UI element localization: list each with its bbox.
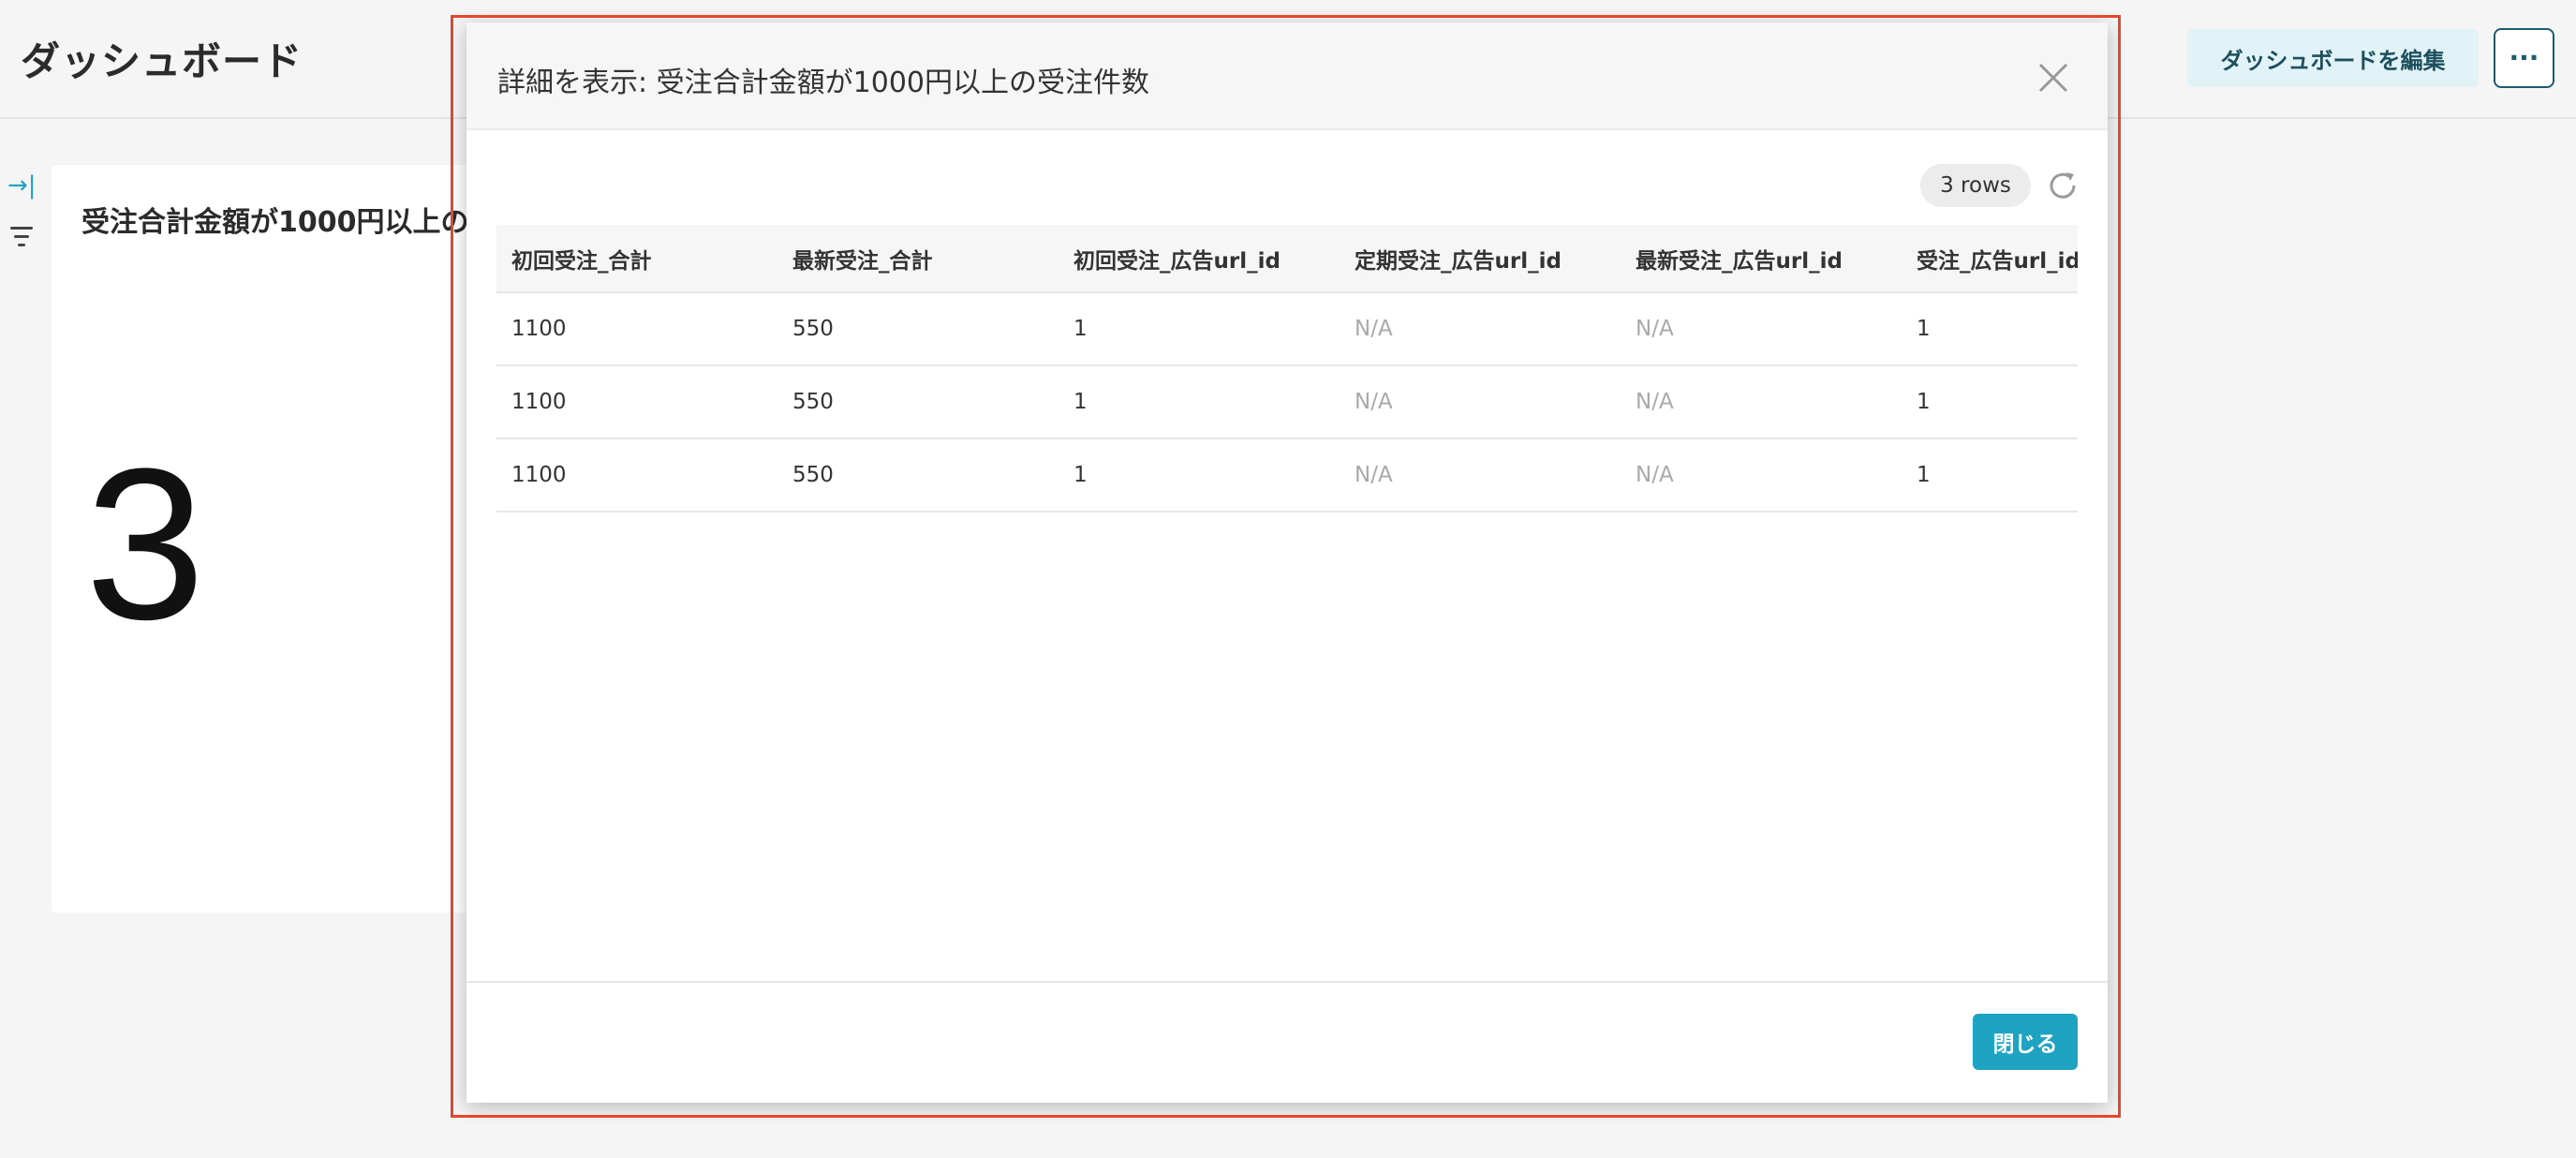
expand-icon[interactable]: →| <box>7 173 37 198</box>
more-options-button[interactable]: ··· <box>2494 28 2554 88</box>
edit-dashboard-button[interactable]: ダッシュボードを編集 <box>2187 29 2479 87</box>
card-value: 3 <box>85 423 205 664</box>
highlight-frame <box>451 15 2121 1118</box>
page-title: ダッシュボード <box>21 38 303 84</box>
filter-icon[interactable] <box>7 227 36 251</box>
card-title: 受注合計金額が1000円以上の <box>81 206 469 239</box>
